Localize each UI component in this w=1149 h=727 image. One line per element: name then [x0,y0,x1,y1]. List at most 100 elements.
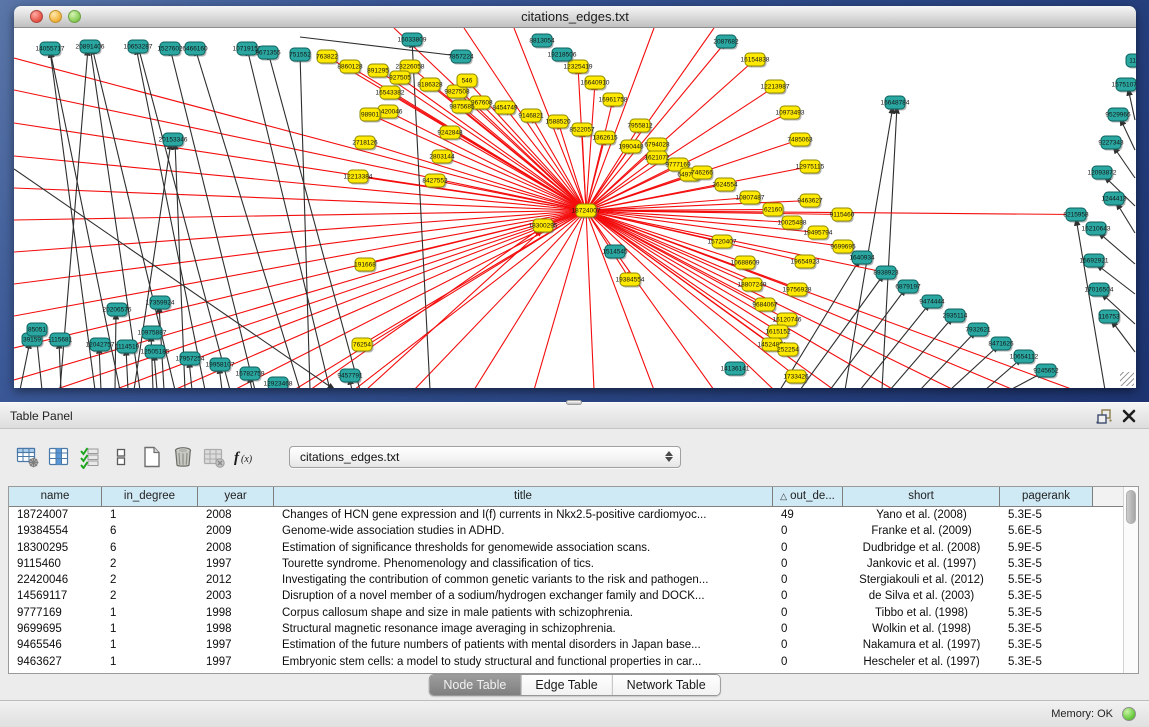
cell-name[interactable]: 22420046 [9,572,102,588]
table-row[interactable]: 1830029562008Estimation of significance … [9,540,1138,556]
deselect-all-button[interactable] [107,443,135,471]
cell-year[interactable]: 1998 [198,605,274,621]
column-header-in_degree[interactable]: in_degree [102,487,198,506]
cell-in_degree[interactable]: 1 [102,637,198,653]
cell-short[interactable]: Dudbridge et al. (2008) [843,540,1000,556]
table-selector-dropdown[interactable]: citations_edges.txt [289,446,681,468]
table-row[interactable]: 2242004622012Investigating the contribut… [9,572,1138,588]
cell-name[interactable]: 19384554 [9,523,102,539]
cell-in_degree[interactable]: 1 [102,654,198,670]
network-canvas-svg[interactable]: 1872400718300295193845547638228860128891… [14,28,1136,388]
panel-divider-grip[interactable] [566,400,582,405]
table-row[interactable]: 946362711997Embryonic stem cells: a mode… [9,654,1138,670]
cell-title[interactable]: Corpus callosum shape and size in male p… [274,605,773,621]
cell-in_degree[interactable]: 2 [102,556,198,572]
table-row[interactable]: 946554611997Estimation of the future num… [9,637,1138,653]
cell-title[interactable]: Genome-wide association studies in ADHD. [274,523,773,539]
cell-pagerank[interactable]: 5.3E-5 [1000,605,1093,621]
tab-network-table[interactable]: Network Table [613,675,720,695]
cell-title[interactable]: Estimation of significance thresholds fo… [274,540,773,556]
cell-year[interactable]: 2008 [198,540,274,556]
column-header-out_de[interactable]: △out_de... [773,487,843,506]
show-columns-button[interactable] [45,443,73,471]
cell-name[interactable]: 18724007 [9,507,102,523]
cell-title[interactable]: Disruption of a novel member of a sodium… [274,588,773,604]
delete-table-button[interactable] [200,443,228,471]
cell-short[interactable]: Tibbo et al. (1998) [843,605,1000,621]
cell-year[interactable]: 1997 [198,654,274,670]
cell-title[interactable]: Investigating the contribution of common… [274,572,773,588]
cell-pagerank[interactable]: 5.3E-5 [1000,654,1093,670]
cell-title[interactable]: Structural magnetic resonance image aver… [274,621,773,637]
cell-in_degree[interactable]: 1 [102,605,198,621]
cell-out_de[interactable]: 0 [773,654,843,670]
cell-pagerank[interactable]: 5.3E-5 [1000,556,1093,572]
column-header-title[interactable]: title [274,487,773,506]
cell-short[interactable]: Wolkin et al. (1998) [843,621,1000,637]
column-header-pagerank[interactable]: pagerank [1000,487,1093,506]
tab-node-table[interactable]: Node Table [429,675,521,695]
cell-pagerank[interactable]: 5.3E-5 [1000,588,1093,604]
cell-in_degree[interactable]: 1 [102,621,198,637]
cell-title[interactable]: Changes of HCN gene expression and I(f) … [274,507,773,523]
cell-out_de[interactable]: 0 [773,572,843,588]
cell-short[interactable]: Hescheler et al. (1997) [843,654,1000,670]
cell-year[interactable]: 1997 [198,556,274,572]
cell-out_de[interactable]: 0 [773,556,843,572]
cell-short[interactable]: Nakamura et al. (1997) [843,637,1000,653]
cell-pagerank[interactable]: 5.3E-5 [1000,507,1093,523]
table-row[interactable]: 1938455462009Genome-wide association stu… [9,523,1138,539]
column-header-name[interactable]: name [9,487,102,506]
new-column-button[interactable] [138,443,166,471]
cell-name[interactable]: 9465546 [9,637,102,653]
table-row[interactable]: 911546021997Tourette syndrome. Phenomeno… [9,556,1138,572]
cell-year[interactable]: 2012 [198,572,274,588]
cell-name[interactable]: 9699695 [9,621,102,637]
float-panel-button[interactable] [1095,408,1113,425]
cell-in_degree[interactable]: 1 [102,507,198,523]
table-row[interactable]: 1456911722003Disruption of a novel membe… [9,588,1138,604]
cell-short[interactable]: Yano et al. (2008) [843,507,1000,523]
zoom-window-button[interactable] [68,10,81,23]
table-row[interactable]: 969969511998Structural magnetic resonanc… [9,621,1138,637]
table-vertical-scrollbar[interactable] [1123,487,1138,673]
cell-name[interactable]: 18300295 [9,540,102,556]
delete-column-button[interactable] [169,443,197,471]
cell-title[interactable]: Estimation of the future numbers of pati… [274,637,773,653]
cell-out_de[interactable]: 49 [773,507,843,523]
minimize-window-button[interactable] [49,10,62,23]
cell-year[interactable]: 2008 [198,507,274,523]
close-window-button[interactable] [30,10,43,23]
cell-title[interactable]: Tourette syndrome. Phenomenology and cla… [274,556,773,572]
canvas-resize-grip[interactable] [1120,372,1134,386]
column-header-short[interactable]: short [843,487,1000,506]
select-all-button[interactable] [76,443,104,471]
cell-year[interactable]: 1997 [198,637,274,653]
function-builder-button[interactable]: f (x) [231,443,259,471]
cell-pagerank[interactable]: 5.5E-5 [1000,572,1093,588]
cell-short[interactable]: de Silva et al. (2003) [843,588,1000,604]
cell-name[interactable]: 9777169 [9,605,102,621]
cell-short[interactable]: Stergiakouli et al. (2012) [843,572,1000,588]
table-row[interactable]: 1872400712008Changes of HCN gene express… [9,507,1138,523]
column-header-year[interactable]: year [198,487,274,506]
close-panel-button[interactable] [1121,408,1139,425]
cell-name[interactable]: 9115460 [9,556,102,572]
table-row[interactable]: 977716911998Corpus callosum shape and si… [9,605,1138,621]
cell-short[interactable]: Jankovic et al. (1997) [843,556,1000,572]
cell-short[interactable]: Franke et al. (2009) [843,523,1000,539]
cell-out_de[interactable]: 0 [773,621,843,637]
cell-out_de[interactable]: 0 [773,588,843,604]
cell-year[interactable]: 2009 [198,523,274,539]
network-canvas[interactable]: 1872400718300295193845547638228860128891… [14,28,1136,388]
network-window-titlebar[interactable]: citations_edges.txt [14,6,1136,28]
cell-out_de[interactable]: 0 [773,523,843,539]
cell-pagerank[interactable]: 5.6E-5 [1000,523,1093,539]
cell-year[interactable]: 2003 [198,588,274,604]
scrollbar-thumb[interactable] [1126,490,1136,524]
cell-in_degree[interactable]: 6 [102,523,198,539]
cell-pagerank[interactable]: 5.3E-5 [1000,621,1093,637]
cell-out_de[interactable]: 0 [773,637,843,653]
cell-title[interactable]: Embryonic stem cells: a model to study s… [274,654,773,670]
table-mode-button[interactable] [14,443,42,471]
